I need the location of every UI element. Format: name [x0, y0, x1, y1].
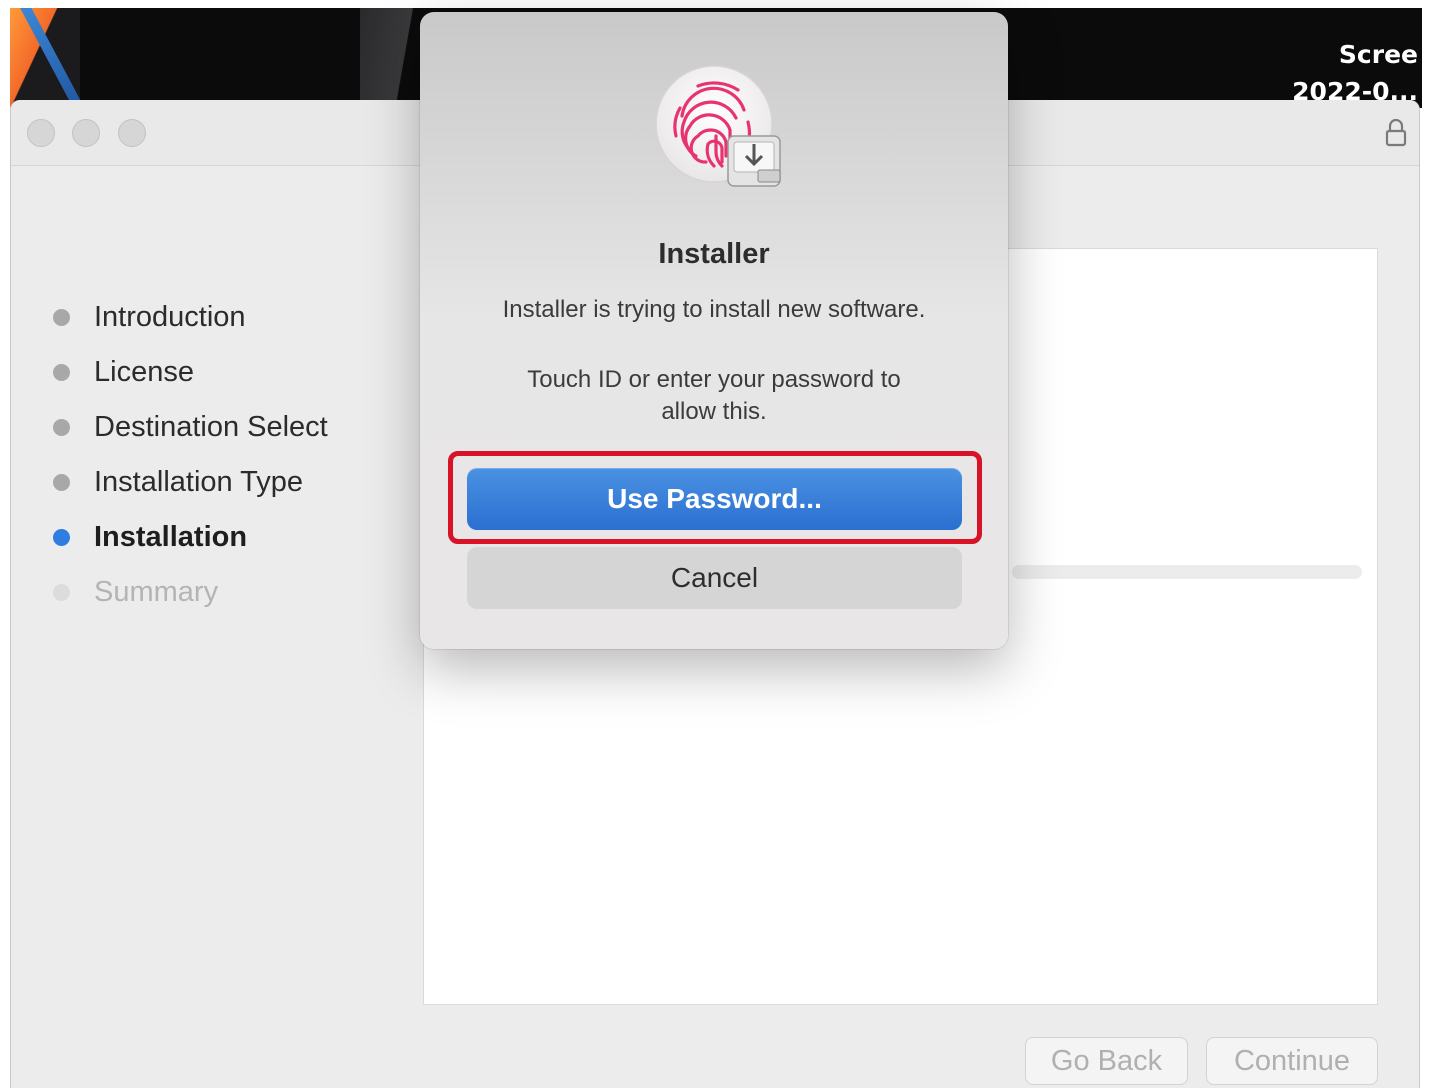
- desktop-file-label-line1: Scree: [1338, 40, 1418, 69]
- step-bullet: [53, 309, 70, 326]
- cancel-button[interactable]: Cancel: [467, 547, 962, 609]
- dialog-title: Installer: [658, 238, 770, 270]
- minimize-button[interactable]: [72, 119, 100, 147]
- step-bullet: [53, 364, 70, 381]
- step-bullet-current: [53, 529, 70, 546]
- touch-id-installer-icon: [655, 65, 781, 187]
- step-bullet: [53, 419, 70, 436]
- step-license: License: [11, 345, 421, 400]
- dialog-prompt-line1: Touch ID or enter your password to: [527, 366, 901, 393]
- step-label: Installation: [94, 521, 248, 553]
- dialog-prompt: Touch ID or enter your password to allow…: [450, 364, 978, 428]
- step-installation-type: Installation Type: [11, 455, 421, 510]
- dialog-prompt-line2: allow this.: [661, 398, 767, 425]
- zoom-button[interactable]: [118, 119, 146, 147]
- step-label: License: [94, 356, 194, 388]
- dialog-message: Installer is trying to install new softw…: [502, 296, 926, 323]
- installer-steps-sidebar: Introduction License Destination Select …: [11, 290, 421, 620]
- lock-icon[interactable]: [1385, 118, 1407, 148]
- step-label: Summary: [94, 576, 219, 608]
- step-introduction: Introduction: [11, 290, 421, 345]
- desktop-file-label[interactable]: Scree 2022-0...: [1292, 36, 1418, 108]
- screen: Scree 2022-0... Introduction License Des…: [0, 0, 1430, 1088]
- authentication-dialog: Installer Installer is trying to install…: [420, 12, 1008, 649]
- continue-button[interactable]: Continue: [1206, 1037, 1378, 1085]
- step-installation: Installation: [11, 510, 421, 565]
- step-summary: Summary: [11, 565, 421, 620]
- step-label: Installation Type: [94, 466, 304, 498]
- step-label: Destination Select: [94, 411, 328, 443]
- use-password-button[interactable]: Use Password...: [467, 468, 962, 530]
- go-back-button[interactable]: Go Back: [1025, 1037, 1188, 1085]
- close-button[interactable]: [27, 119, 55, 147]
- step-bullet-pending: [53, 584, 70, 601]
- step-label: Introduction: [94, 301, 246, 333]
- step-bullet: [53, 474, 70, 491]
- installation-progress-bar: [1012, 565, 1362, 579]
- step-destination-select: Destination Select: [11, 400, 421, 455]
